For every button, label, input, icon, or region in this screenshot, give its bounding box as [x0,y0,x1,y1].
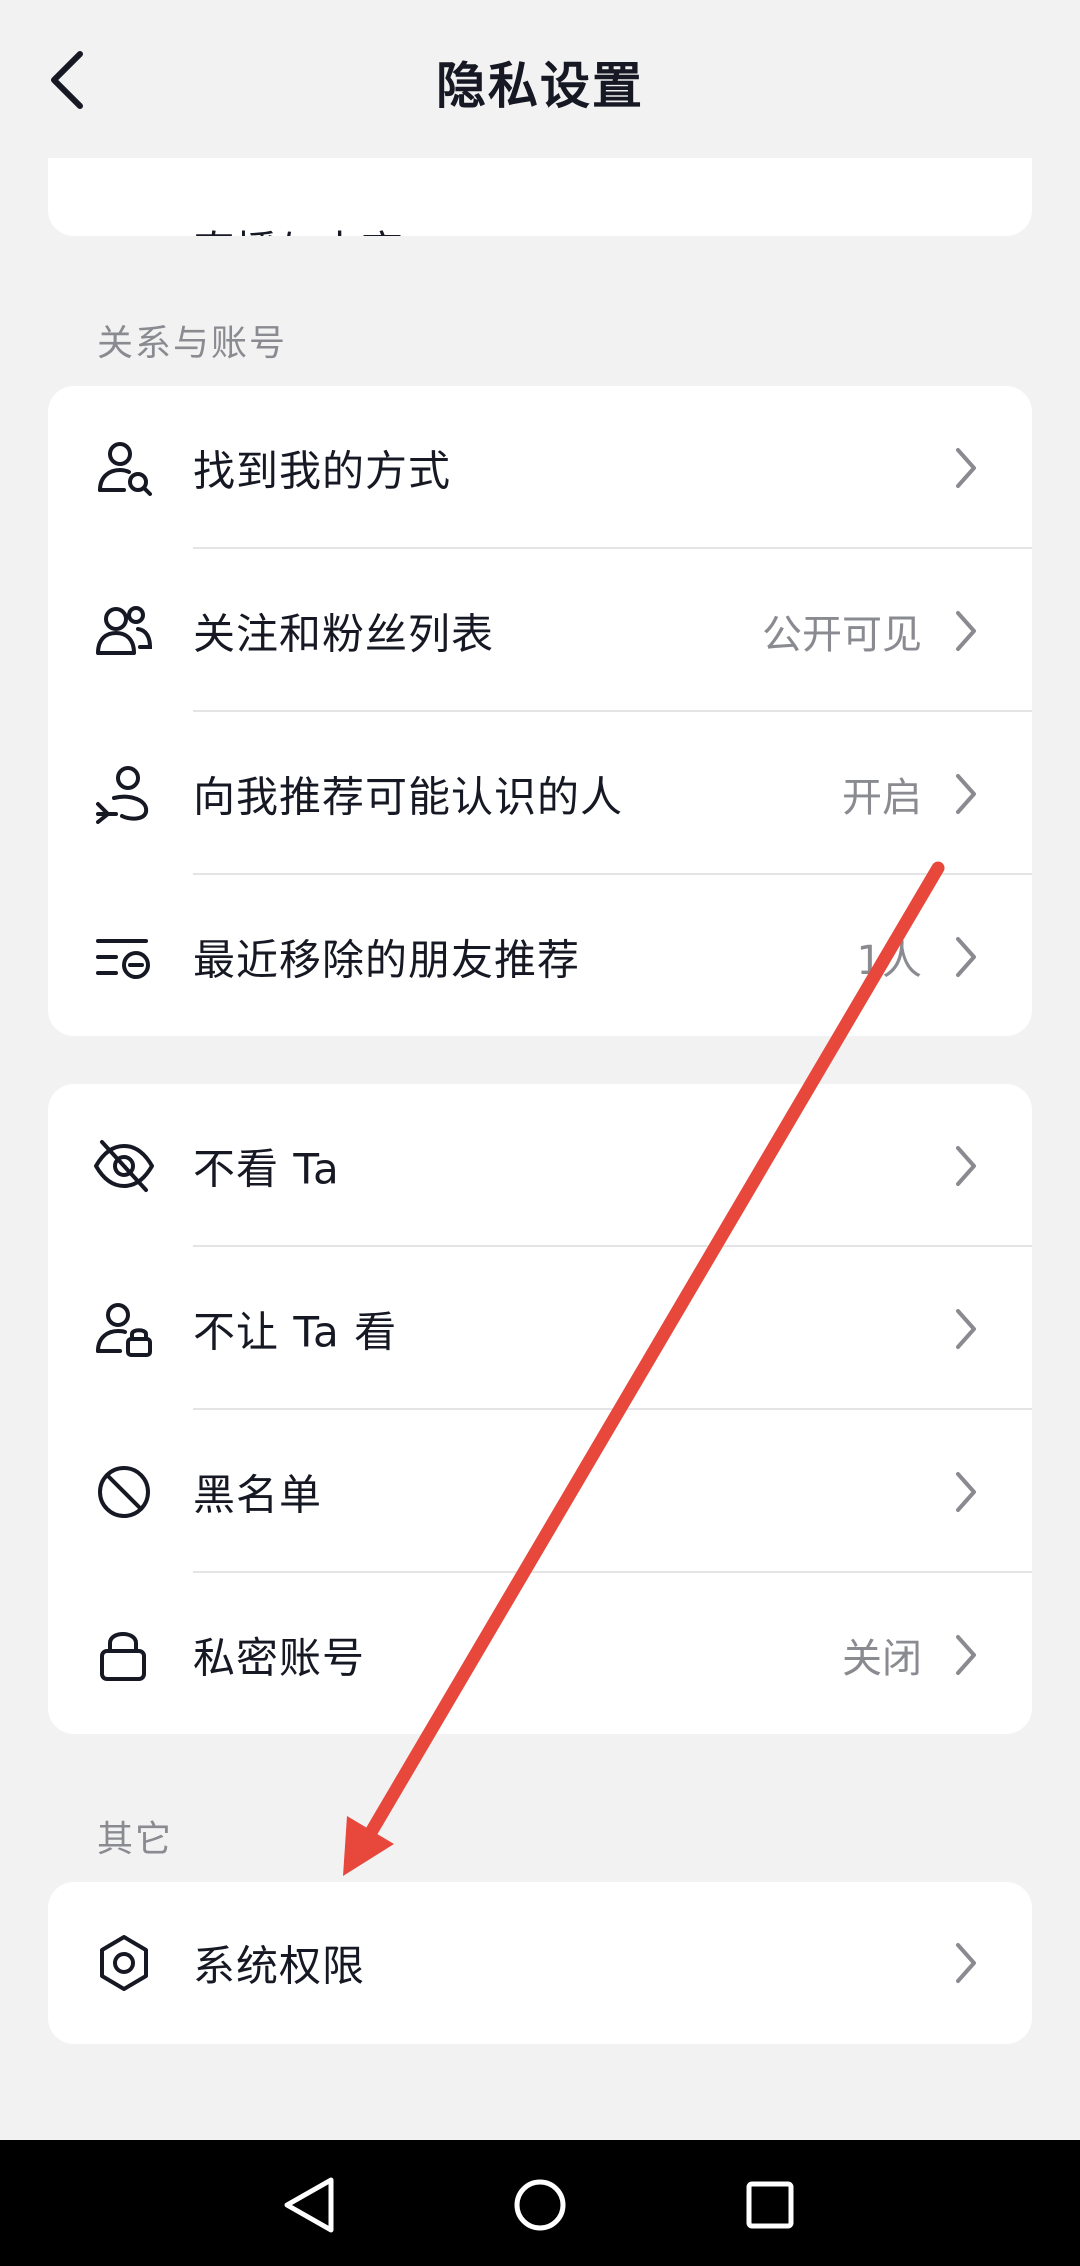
block-icon [98,1465,150,1518]
chevron-right-icon [956,1308,976,1349]
follow-fans-value: 公开可见 [762,611,922,658]
hexagon-settings-icon [100,1935,148,1991]
private-account-label: 私密账号 [193,1633,366,1682]
removed-recommend-row[interactable]: 最近移除的朋友推荐 1人 [48,875,1032,1036]
nav-home-icon[interactable] [505,2170,575,2240]
removed-recommend-label: 最近移除的朋友推荐 [193,935,581,984]
section-label-relations: 关系与账号 [97,323,288,364]
hide-from-me-label: 不看 Ta [193,1144,340,1193]
hide-my-content-label: 不让 Ta 看 [193,1307,398,1356]
people-icon [96,605,153,655]
follow-fans-label: 关注和粉丝列表 [193,609,495,658]
hide-from-me-row[interactable]: 不看 Ta [48,1084,1032,1247]
nav-recents-icon[interactable] [735,2170,805,2240]
follow-fans-row[interactable]: 关注和粉丝列表 公开可见 [48,549,1032,712]
top-bar: 隐私设置 [0,0,1080,158]
chevron-right-icon [956,936,976,977]
chevron-right-icon [956,1471,976,1512]
find-me-label: 找到我的方式 [193,446,452,495]
find-me-row[interactable]: 找到我的方式 [48,386,1032,549]
private-account-row[interactable]: 私密账号 关闭 [48,1573,1032,1734]
chevron-right-icon [956,773,976,814]
recommend-people-label: 向我推荐可能认识的人 [193,772,624,821]
system-nav-bar [0,2140,1080,2266]
blacklist-label: 黑名单 [193,1470,323,1519]
system-permissions-row[interactable]: 系统权限 [48,1882,1032,2044]
chevron-right-icon [956,610,976,651]
blocking-card: 不看 Ta 不让 Ta 看 黑名单 私密账号 关闭 [48,1084,1032,1734]
eye-off-icon [94,1139,154,1192]
system-permissions-label: 系统权限 [193,1941,366,1991]
removed-recommend-value: 1人 [856,937,922,984]
person-search-icon [98,441,152,496]
chevron-right-icon [956,1634,976,1675]
section-label-other: 其它 [97,1819,174,1860]
recommend-people-row[interactable]: 向我推荐可能认识的人 开启 [48,712,1032,875]
lock-icon [100,1631,146,1681]
chevron-right-icon [956,447,976,488]
hide-my-content-row[interactable]: 不让 Ta 看 [48,1247,1032,1410]
private-account-value: 关闭 [842,1635,922,1682]
live-commerce-label: 直播与电商 [193,218,403,236]
blacklist-row[interactable]: 黑名单 [48,1410,1032,1573]
other-card: 系统权限 [48,1882,1032,2044]
nav-back-icon[interactable] [275,2170,345,2240]
person-lock-icon [96,1302,152,1357]
relations-card: 找到我的方式 关注和粉丝列表 公开可见 向我推荐可能认识的人 开启 最近移除的朋… [48,386,1032,1036]
page-title: 隐私设置 [436,57,644,115]
chevron-right-icon [956,1145,976,1186]
chevron-right-icon [956,1943,976,1983]
list-remove-icon [96,938,150,979]
person-recommend-icon [96,765,149,824]
recommend-people-value: 开启 [842,774,922,821]
privacy-settings-screen: 直播与电商 隐私设置 关系与账号 找到我的方式 [0,0,1080,2266]
